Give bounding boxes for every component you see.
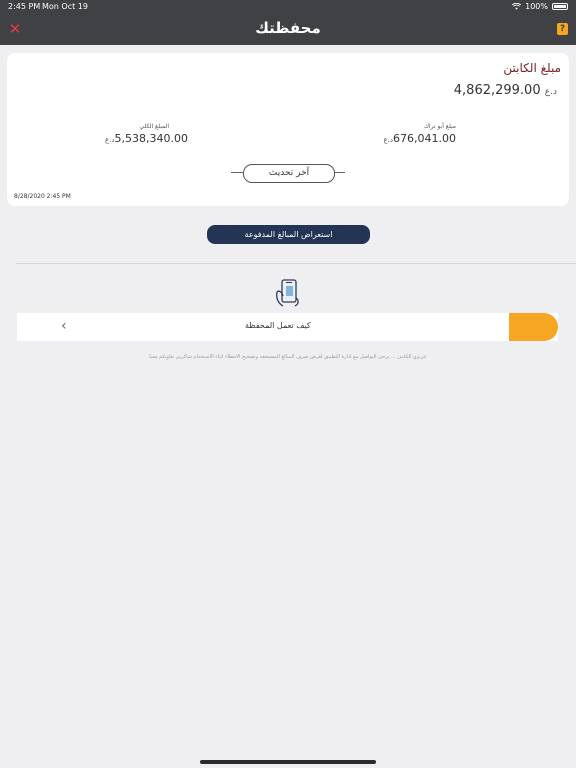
orange-accent-tab (509, 313, 558, 341)
captain-amount-label: مبلغ الكابتن (503, 61, 561, 75)
how-wallet-works-label: كيف تعمل المحفظة (245, 321, 311, 330)
battery-percent: 100% (525, 2, 548, 11)
last-update-timestamp: 8/28/2020 2:45 PM (14, 193, 71, 200)
status-bar: 2:45 PM Mon Oct 19 100% (0, 0, 576, 14)
status-date: Mon Oct 19 (42, 2, 88, 11)
abu-tarek-amount-value: 676,041.00 (393, 132, 456, 145)
abu-tarek-currency: د.ع (383, 136, 394, 144)
abu-tarek-amount: 676,041.00د.ع (383, 132, 456, 145)
wallet-summary-card: مبلغ الكابتن د.ع 4,862,299.00 مبلغ أبو ت… (7, 53, 569, 206)
captain-amount-value: 4,862,299.00 (453, 83, 541, 98)
refresh-divider-left (231, 172, 243, 173)
support-footnote: عزيزي الكابتن ... يرجى التواصل مع ادارة … (149, 354, 427, 360)
phone-wallet-icon (276, 279, 299, 307)
total-currency: د.ع (104, 136, 115, 144)
captain-currency: د.ع (544, 87, 557, 97)
section-divider (16, 263, 576, 264)
status-time: 2:45 PM (8, 2, 41, 11)
home-indicator[interactable] (200, 760, 376, 764)
how-wallet-works-row[interactable]: ‹ كيف تعمل المحفظة (17, 313, 558, 341)
abu-tarek-label: مبلغ أبو تراك (423, 123, 456, 130)
help-icon[interactable]: ? (557, 23, 568, 35)
chevron-left-icon: ‹ (61, 318, 67, 334)
total-amount-value: 5,538,340.00 (114, 132, 188, 145)
captain-amount: د.ع 4,862,299.00 (454, 83, 561, 98)
refresh-button[interactable]: آخر تحديث (243, 164, 335, 183)
wifi-icon (512, 3, 522, 10)
nav-bar: ✕ محفظتك ? (0, 14, 576, 45)
review-payments-button[interactable]: استعراض المبالغ المدفوعة (207, 225, 370, 244)
status-right: 100% (512, 2, 568, 11)
page-title: محفظتك (255, 19, 321, 37)
battery-icon (552, 3, 568, 10)
total-label: المبلغ الكلي (139, 123, 169, 130)
total-amount: 5,538,340.00د.ع (105, 132, 188, 145)
